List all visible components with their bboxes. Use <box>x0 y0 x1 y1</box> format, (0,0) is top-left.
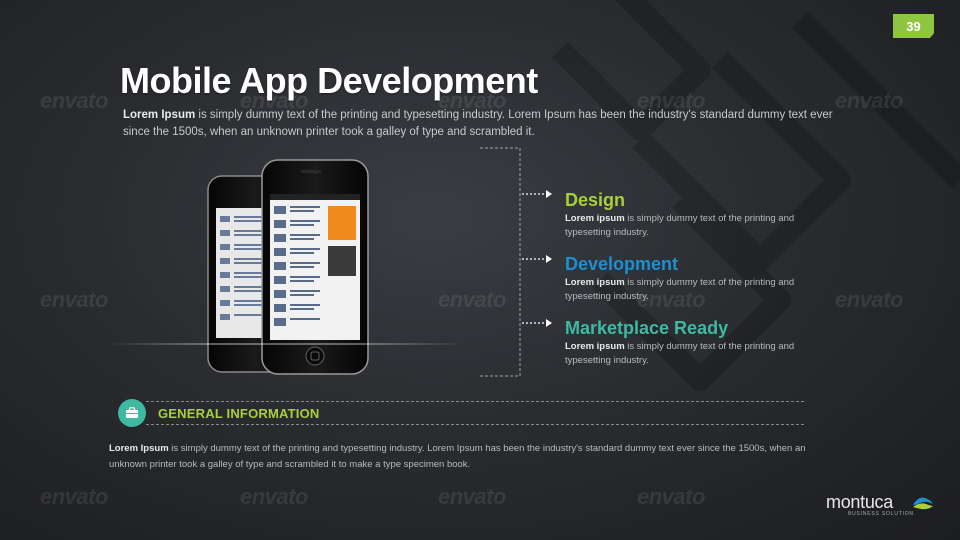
general-paragraph: Lorem Ipsum is simply dummy text of the … <box>109 441 819 473</box>
intro-text: is simply dummy text of the printing and… <box>123 109 833 138</box>
watermark: envato <box>40 88 108 113</box>
feature-lead: Lorem ipsum <box>565 277 625 288</box>
intro-paragraph: Lorem Ipsum is simply dummy text of the … <box>123 107 833 141</box>
watermark: envato <box>40 287 108 312</box>
arrow-icon <box>522 255 552 263</box>
arrow-icon <box>522 190 552 198</box>
feature-development: Development Lorem ipsum is simply dummy … <box>565 253 795 304</box>
page-number: 39 <box>906 18 921 34</box>
watermark: envato <box>835 287 903 312</box>
dashed-bracket <box>480 147 521 377</box>
logo-tagline: BUSINESS SOLUTION <box>848 511 914 517</box>
feature-title: Design <box>565 190 626 210</box>
feature-description: Lorem ipsum is simply dummy text of the … <box>565 340 795 368</box>
logo-name: montuca <box>826 492 893 512</box>
watermark: envato <box>637 484 705 509</box>
reflection-floor-line <box>108 343 464 345</box>
feature-title: Development <box>565 254 679 274</box>
feature-lead: Lorem ipsum <box>565 213 625 224</box>
briefcase-icon <box>118 399 146 427</box>
section-title: GENERAL INFORMATION <box>158 406 320 421</box>
divider-line <box>146 401 804 402</box>
feature-marketplace-ready: Marketplace Ready Lorem ipsum is simply … <box>565 317 795 368</box>
feature-lead: Lorem ipsum <box>565 341 625 352</box>
divider-line <box>146 424 804 425</box>
watermark: envato <box>240 484 308 509</box>
feature-description: Lorem ipsum is simply dummy text of the … <box>565 212 795 240</box>
arrow-icon <box>522 319 552 327</box>
watermark: envato <box>438 484 506 509</box>
brand-logo: montuca BUSINESS SOLUTION <box>826 492 936 522</box>
watermark: envato <box>835 88 903 113</box>
slide: envato envato envato envato envato envat… <box>0 0 960 540</box>
feature-title: Marketplace Ready <box>565 318 729 338</box>
page-number-badge: 39 <box>893 14 934 38</box>
logo-mark-icon <box>913 497 933 510</box>
feature-description: Lorem ipsum is simply dummy text of the … <box>565 276 795 304</box>
general-text: is simply dummy text of the printing and… <box>109 443 806 470</box>
intro-lead: Lorem Ipsum <box>123 109 196 121</box>
watermark: envato <box>40 484 108 509</box>
feature-design: Design Lorem ipsum is simply dummy text … <box>565 189 795 240</box>
page-title: Mobile App Development <box>120 60 538 101</box>
general-lead: Lorem Ipsum <box>109 443 169 454</box>
